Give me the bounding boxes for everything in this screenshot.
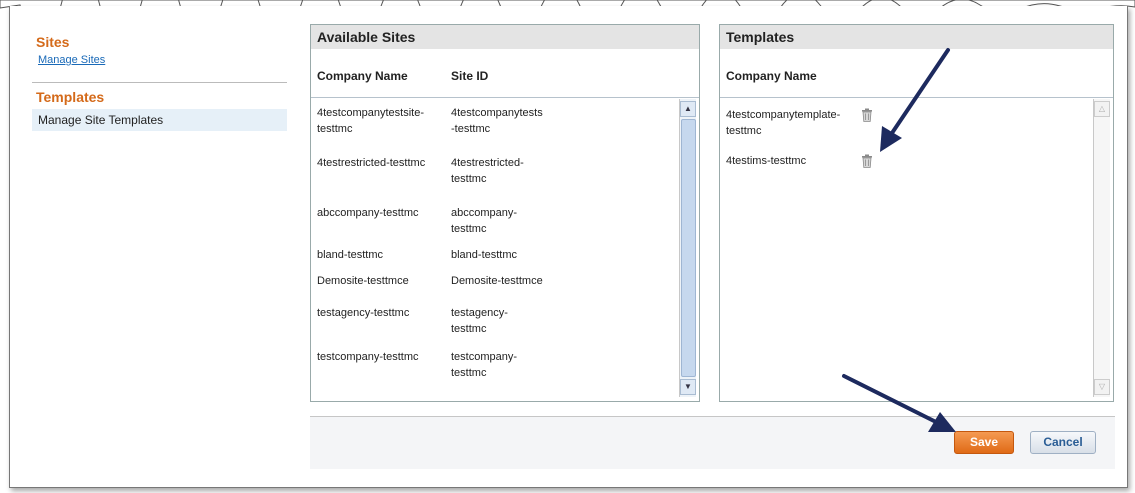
site-row-company-name[interactable]: 4testcompanytestsite- testtmc [317, 105, 447, 137]
templates-heading: Templates [36, 89, 105, 105]
scroll-up-button[interactable]: ▲ [680, 101, 696, 117]
available-sites-title: Available Sites [311, 25, 699, 49]
scroll-down-button[interactable]: ▽ [1094, 379, 1110, 395]
manage-sites-link[interactable]: Manage Sites [38, 54, 287, 66]
templates-scrollbar[interactable]: △ ▽ [1093, 99, 1110, 397]
sidebar: Sites Manage Sites Templates Manage Site… [32, 24, 287, 131]
annotation-arrow-icon [880, 48, 950, 152]
action-footer: Save Cancel [310, 416, 1115, 469]
scroll-up-button[interactable]: △ [1094, 101, 1110, 117]
site-row-company-name[interactable]: abccompany-testtmc [317, 205, 447, 221]
site-row-site-id[interactable]: 4testrestricted- testtmc [451, 155, 561, 187]
site-row-company-name[interactable]: testcompany-testtmc [317, 349, 447, 365]
sidebar-divider [32, 82, 287, 83]
available-sites-panel: Available Sites Company Name Site ID 4te… [310, 24, 700, 402]
cancel-button[interactable]: Cancel [1030, 431, 1096, 454]
scroll-down-button[interactable]: ▼ [680, 379, 696, 395]
header-separator [311, 97, 699, 98]
site-row-site-id[interactable]: bland-testtmc [451, 247, 561, 263]
col-header-site-id: Site ID [451, 69, 489, 83]
site-row-site-id[interactable]: testagency- testtmc [451, 305, 561, 337]
col-header-company-name: Company Name [726, 69, 817, 83]
site-row-company-name[interactable]: testagency-testtmc [317, 305, 447, 321]
sidebar-item-manage-site-templates[interactable]: Manage Site Templates [32, 109, 287, 131]
scroll-thumb[interactable] [681, 119, 696, 377]
site-row-company-name[interactable]: bland-testtmc [317, 247, 447, 263]
template-row-company-name[interactable]: 4testims-testtmc [726, 153, 866, 169]
annotation-arrow-icon [842, 374, 956, 432]
site-row-site-id[interactable]: abccompany- testtmc [451, 205, 561, 237]
site-row-site-id[interactable]: 4testcompanytests -testtmc [451, 105, 561, 137]
col-header-company-name: Company Name [317, 69, 408, 83]
site-row-site-id[interactable]: testcompany- testtmc [451, 349, 561, 381]
template-row-company-name[interactable]: 4testcompanytemplate- testtmc [726, 107, 866, 139]
site-row-company-name[interactable]: Demosite-testtmce [317, 273, 447, 289]
sites-heading: Sites [36, 34, 70, 50]
sites-scrollbar[interactable]: ▲ ▼ [679, 99, 696, 397]
site-row-site-id[interactable]: Demosite-testtmce [451, 273, 561, 289]
site-row-company-name[interactable]: 4testrestricted-testtmc [317, 155, 447, 171]
